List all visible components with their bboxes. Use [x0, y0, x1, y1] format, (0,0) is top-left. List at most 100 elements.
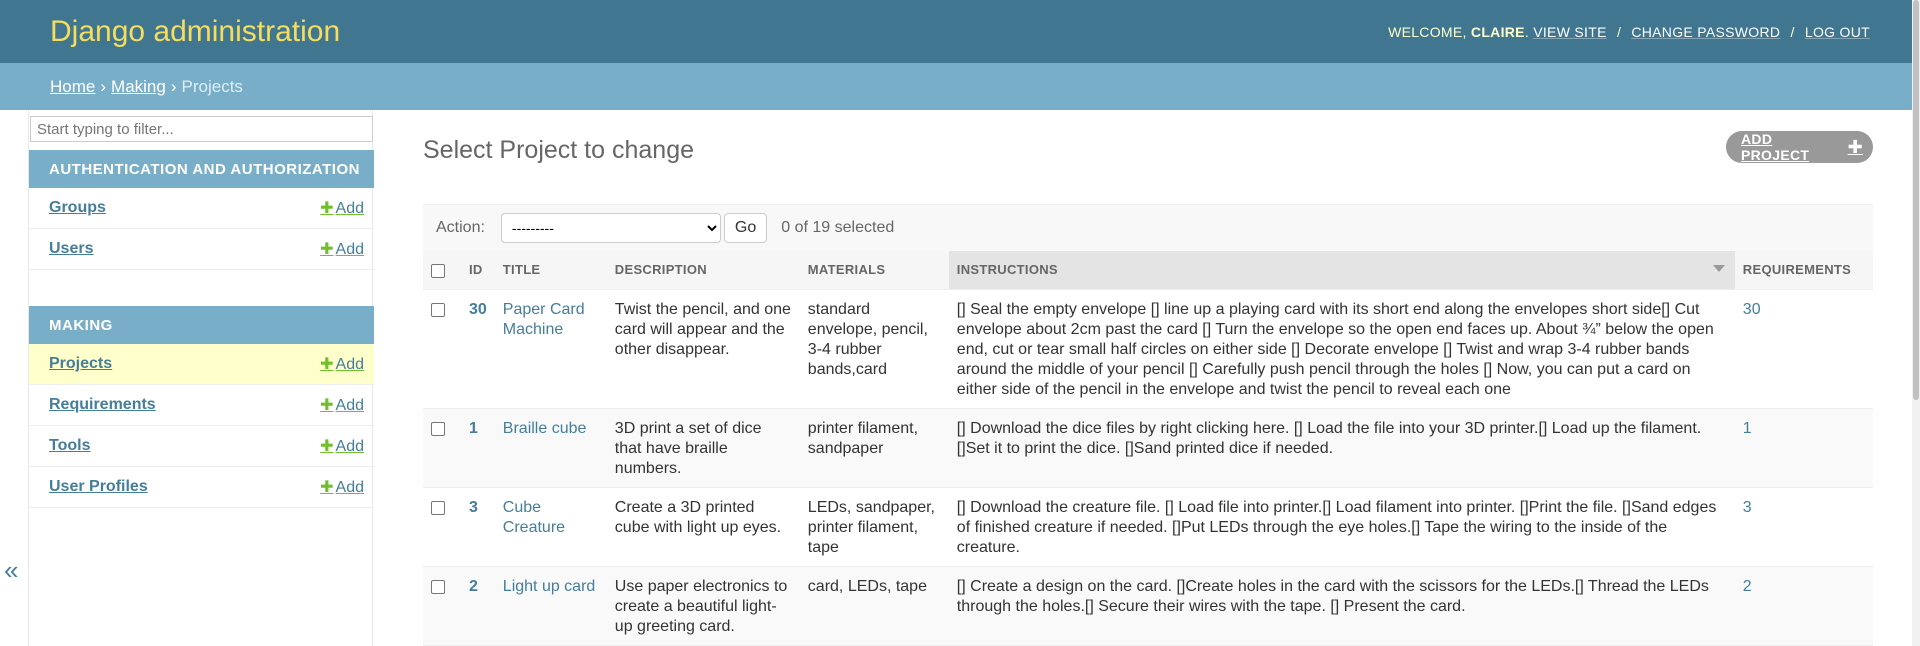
description-cell: 3D print a set of dice that have braille… [606, 408, 800, 488]
id-cell: 1 [461, 408, 495, 488]
plus-icon: ✚ [320, 241, 334, 258]
sort-descending-icon[interactable] [1712, 265, 1725, 272]
id-link[interactable]: 30 [469, 301, 487, 318]
id-link[interactable]: 2 [469, 578, 478, 595]
id-cell: 2 [461, 566, 495, 646]
requirements-link[interactable]: 30 [1743, 301, 1761, 318]
site-branding[interactable]: Django administration [50, 15, 340, 49]
title-cell: Light up card [494, 566, 607, 646]
requirements-cell: 1 [1734, 408, 1873, 488]
change-password-link[interactable]: CHANGE PASSWORD [1631, 24, 1780, 40]
materials-cell: printer filament, sandpaper [799, 408, 949, 488]
username: CLAIRE [1470, 23, 1525, 40]
add-label: Add [335, 200, 364, 217]
description-cell: Use paper electronics to create a beauti… [606, 566, 800, 646]
row-select-cell [423, 408, 461, 488]
materials-cell: standard envelope, pencil, 3-4 rubber ba… [799, 289, 949, 409]
select-all-checkbox[interactable] [431, 263, 445, 278]
title-cell: Paper Card Machine [494, 289, 607, 409]
row-checkbox[interactable] [431, 500, 445, 515]
id-cell: 3 [461, 487, 495, 567]
column-header-title[interactable]: TITLE [494, 251, 607, 290]
nav-filter-input[interactable] [30, 116, 373, 142]
column-header-materials[interactable]: MATERIALS [799, 251, 949, 290]
add-project-link[interactable]: ✚ Add [320, 354, 364, 374]
add-tool-link[interactable]: ✚ Add [320, 436, 364, 456]
view-site-link[interactable]: VIEW SITE [1533, 24, 1607, 40]
table-row: 2 Light up card Use paper electronics to… [423, 566, 1873, 646]
title-link[interactable]: Cube Creature [503, 499, 565, 536]
sidebar-item-groups: Groups ✚ Add [29, 188, 374, 229]
table-row: 30 Paper Card Machine Twist the pencil, … [423, 289, 1873, 409]
id-link[interactable]: 3 [469, 499, 478, 516]
add-user-link[interactable]: ✚ Add [320, 239, 364, 259]
sidebar-item-users: Users ✚ Add [29, 229, 374, 270]
column-header-instructions-label: INSTRUCTIONS [956, 262, 1058, 278]
instructions-cell: [] Create a design on the card. []Create… [948, 566, 1735, 646]
add-label: Add [335, 479, 364, 496]
add-requirement-link[interactable]: ✚ Add [320, 395, 364, 415]
row-select-cell [423, 566, 461, 646]
plus-icon: ✚ [320, 397, 334, 414]
add-group-link[interactable]: ✚ Add [320, 198, 364, 218]
materials-cell: card, LEDs, tape [799, 566, 949, 646]
row-checkbox[interactable] [431, 421, 445, 436]
requirements-link[interactable]: 2 [1743, 578, 1752, 595]
plus-icon: ✚ [320, 356, 334, 373]
instructions-cell: [] Seal the empty envelope [] line up a … [948, 289, 1735, 409]
column-header-instructions[interactable]: INSTRUCTIONS [948, 251, 1735, 290]
materials-cell: LEDs, sandpaper, printer filament, tape [799, 487, 949, 567]
tools-link[interactable]: Tools [49, 437, 90, 455]
title-link[interactable]: Light up card [503, 578, 596, 595]
welcome-text: WELCOME, [1388, 23, 1467, 40]
requirements-link[interactable]: 1 [1743, 420, 1752, 437]
breadcrumb-making[interactable]: Making [111, 77, 166, 97]
add-label: Add [335, 356, 364, 373]
id-link[interactable]: 1 [469, 420, 478, 437]
instructions-cell: [] Download the creature file. [] Load f… [948, 487, 1735, 567]
add-label: Add [335, 241, 364, 258]
auth-module-caption[interactable]: AUTHENTICATION AND AUTHORIZATION [29, 150, 374, 188]
groups-link[interactable]: Groups [49, 199, 106, 217]
scrollbar-thumb[interactable] [1913, 0, 1919, 400]
user-profiles-link[interactable]: User Profiles [49, 478, 148, 496]
sidebar-item-requirements: Requirements ✚ Add [29, 385, 374, 426]
requirements-cell: 3 [1734, 487, 1873, 567]
breadcrumb-separator: › [170, 76, 177, 96]
title-link[interactable]: Paper Card Machine [503, 301, 585, 338]
breadcrumb-current: Projects [181, 76, 243, 96]
sidebar-item-projects: Projects ✚ Add [29, 344, 374, 385]
log-out-link[interactable]: LOG OUT [1805, 24, 1870, 40]
title-link[interactable]: Braille cube [503, 420, 587, 437]
plus-icon: ✚ [320, 438, 334, 455]
add-project-button[interactable]: ADD PROJECT ✚ [1726, 131, 1873, 163]
requirements-link[interactable]: Requirements [49, 396, 156, 414]
sidebar-item-user-profiles: User Profiles ✚ Add [29, 467, 374, 508]
requirements-cell: 2 [1734, 566, 1873, 646]
column-header-requirements[interactable]: REQUIREMENTS [1734, 251, 1873, 290]
column-header-description[interactable]: DESCRIPTION [606, 251, 800, 290]
site-header: Django administration WELCOME, CLAIRE. V… [0, 0, 1920, 63]
requirements-cell: 30 [1734, 289, 1873, 409]
action-label: Action: [436, 219, 485, 236]
add-project-label: ADD PROJECT [1741, 131, 1810, 163]
collapse-sidebar-icon[interactable]: « [4, 555, 18, 586]
separator: / [1790, 23, 1795, 40]
go-button[interactable]: Go [723, 213, 768, 243]
add-user-profile-link[interactable]: ✚ Add [320, 477, 364, 497]
column-header-id[interactable]: ID [461, 251, 495, 290]
users-link[interactable]: Users [49, 240, 93, 258]
breadcrumb-separator: › [100, 76, 107, 96]
row-select-cell [423, 289, 461, 409]
making-module-caption[interactable]: MAKING [29, 306, 374, 344]
breadcrumb-home[interactable]: Home [50, 77, 95, 97]
page-scrollbar[interactable] [1912, 0, 1920, 646]
requirements-link[interactable]: 3 [1743, 499, 1752, 516]
row-checkbox[interactable] [431, 579, 445, 594]
row-select-cell [423, 487, 461, 567]
action-select[interactable]: --------- [500, 213, 721, 243]
row-checkbox[interactable] [431, 302, 445, 317]
add-label: Add [335, 397, 364, 414]
title-cell: Braille cube [494, 408, 607, 488]
projects-link[interactable]: Projects [49, 355, 112, 373]
